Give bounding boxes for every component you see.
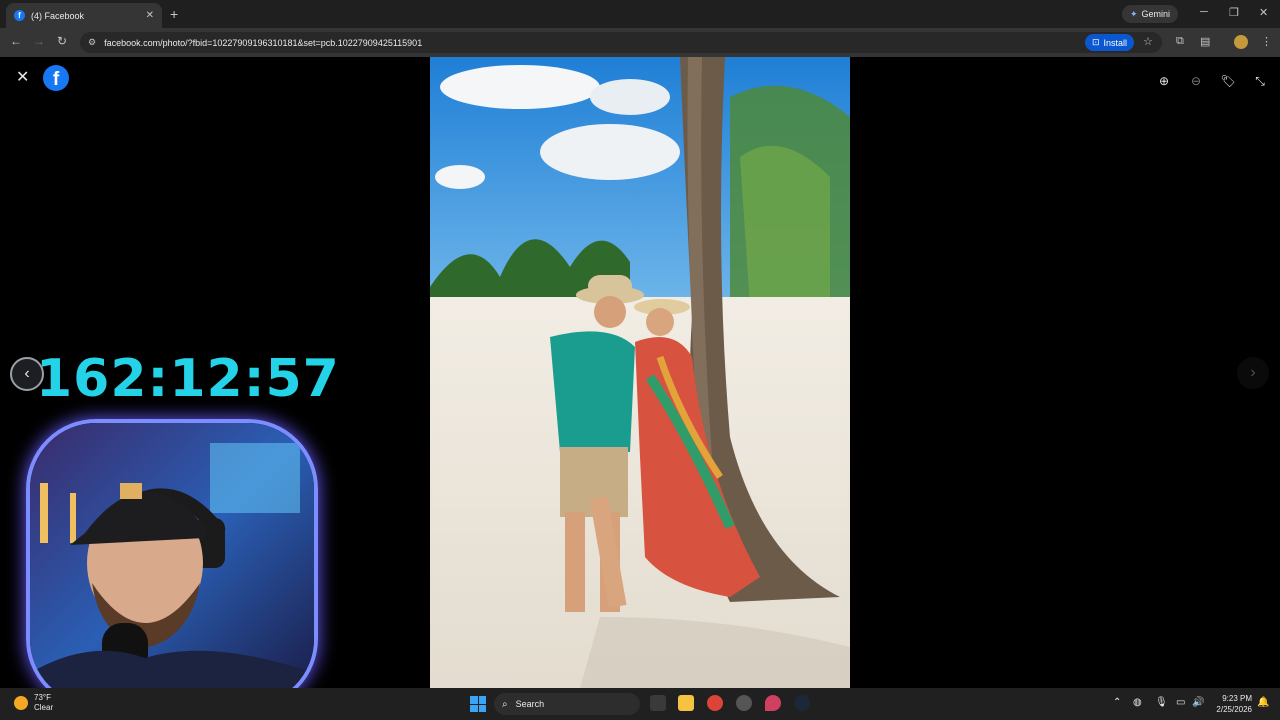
- weather-condition: Clear: [34, 703, 54, 712]
- tab-close-icon[interactable]: ✕: [146, 10, 154, 21]
- file-explorer-icon[interactable]: [678, 695, 694, 711]
- zoom-out-icon[interactable]: ⊖: [1186, 71, 1206, 91]
- profile-avatar[interactable]: [1234, 35, 1248, 49]
- chrome-menu-icon[interactable]: ⋮: [1261, 35, 1272, 48]
- search-label: Search: [515, 699, 545, 709]
- browser-tab-bar: f (4) Facebook ✕ + ✦ Gemini ─ ❐ ✕: [0, 0, 1280, 28]
- main-photo: [430, 57, 850, 688]
- browser-toolbar: ← → ↻ ⚙ facebook.com/photo/?fbid=1022790…: [0, 28, 1280, 57]
- install-monitor-icon: ⊡: [1092, 37, 1100, 47]
- photo-viewer: ✕ f ⊕ ⊖ 🏷 ⤡ ‹ › 162:12:57: [0, 57, 1280, 709]
- install-app-button[interactable]: ⊡ Install: [1085, 34, 1135, 51]
- bookmark-star-icon[interactable]: ☆: [1143, 35, 1153, 48]
- tab-title: (4) Facebook: [31, 10, 85, 21]
- forward-arrow-icon[interactable]: →: [33, 34, 45, 48]
- facebook-logo[interactable]: f: [43, 65, 69, 91]
- clock-date: 2/25/2026: [1216, 705, 1252, 714]
- beach-photo-image: [430, 57, 850, 688]
- chevron-left-icon: ‹: [24, 365, 30, 382]
- windows-taskbar: 73°F Clear ⌕ Search ⌃ ◍ 🎙 ▭ 🔊 9:23 PM 2/…: [0, 688, 1280, 720]
- tag-icon[interactable]: 🏷: [1218, 71, 1238, 91]
- zoom-in-icon[interactable]: ⊕: [1154, 71, 1174, 91]
- weather-temperature: 73°F: [34, 693, 51, 702]
- tray-overflow-icon[interactable]: ⌃: [1113, 697, 1121, 708]
- close-viewer-icon[interactable]: ✕: [16, 67, 29, 87]
- streamer-webcam-image: [30, 423, 314, 705]
- obs-icon[interactable]: [736, 695, 752, 711]
- site-info-icon[interactable]: ⚙: [88, 37, 96, 48]
- tab-facebook[interactable]: f (4) Facebook ✕: [6, 3, 162, 28]
- notification-bell-icon[interactable]: 🔔: [1257, 697, 1269, 708]
- window-close-icon[interactable]: ✕: [1259, 6, 1268, 19]
- search-icon: ⌕: [502, 698, 508, 710]
- weather-widget[interactable]: 73°F Clear: [14, 693, 53, 713]
- address-bar[interactable]: ⚙ facebook.com/photo/?fbid=1022790919631…: [80, 32, 1162, 53]
- reload-icon[interactable]: ↻: [57, 34, 67, 48]
- weather-moon-icon: [14, 696, 28, 710]
- network-icon[interactable]: ▭: [1176, 697, 1185, 708]
- side-panel-icon[interactable]: ▤: [1200, 35, 1210, 48]
- stream-timer-overlay: 162:12:57: [36, 349, 340, 409]
- maps-pin-icon[interactable]: [765, 695, 781, 711]
- webcam-overlay: [26, 419, 318, 709]
- gemini-button[interactable]: ✦ Gemini: [1122, 5, 1179, 23]
- microphone-icon[interactable]: 🎙: [1155, 697, 1168, 708]
- clock-time: 9:23 PM: [1222, 694, 1252, 703]
- facebook-favicon-icon: f: [14, 10, 25, 21]
- taskbar-search[interactable]: ⌕ Search: [494, 693, 640, 715]
- next-photo-button[interactable]: ›: [1237, 357, 1269, 389]
- system-clock[interactable]: 9:23 PM 2/25/2026: [1208, 693, 1252, 715]
- chevron-right-icon: ›: [1250, 364, 1256, 381]
- install-label: Install: [1103, 37, 1128, 48]
- task-view-icon[interactable]: [650, 695, 666, 711]
- tray-app-icon[interactable]: ◍: [1133, 697, 1142, 708]
- exit-fullscreen-icon[interactable]: ⤡: [1250, 71, 1270, 91]
- steam-icon[interactable]: [794, 695, 810, 711]
- extensions-icon[interactable]: ⧉: [1176, 35, 1184, 48]
- gemini-sparkle-icon: ✦: [1130, 8, 1138, 19]
- new-tab-icon[interactable]: +: [170, 6, 178, 22]
- windows-start-button[interactable]: [470, 696, 486, 712]
- restore-icon[interactable]: ❐: [1229, 6, 1239, 19]
- volume-icon[interactable]: 🔊: [1192, 697, 1204, 708]
- minimize-icon[interactable]: ─: [1200, 6, 1208, 18]
- gemini-label: Gemini: [1141, 9, 1171, 19]
- back-arrow-icon[interactable]: ←: [10, 34, 22, 48]
- url-text: facebook.com/photo/?fbid=102279091963101…: [104, 37, 423, 48]
- chrome-icon[interactable]: [707, 695, 723, 711]
